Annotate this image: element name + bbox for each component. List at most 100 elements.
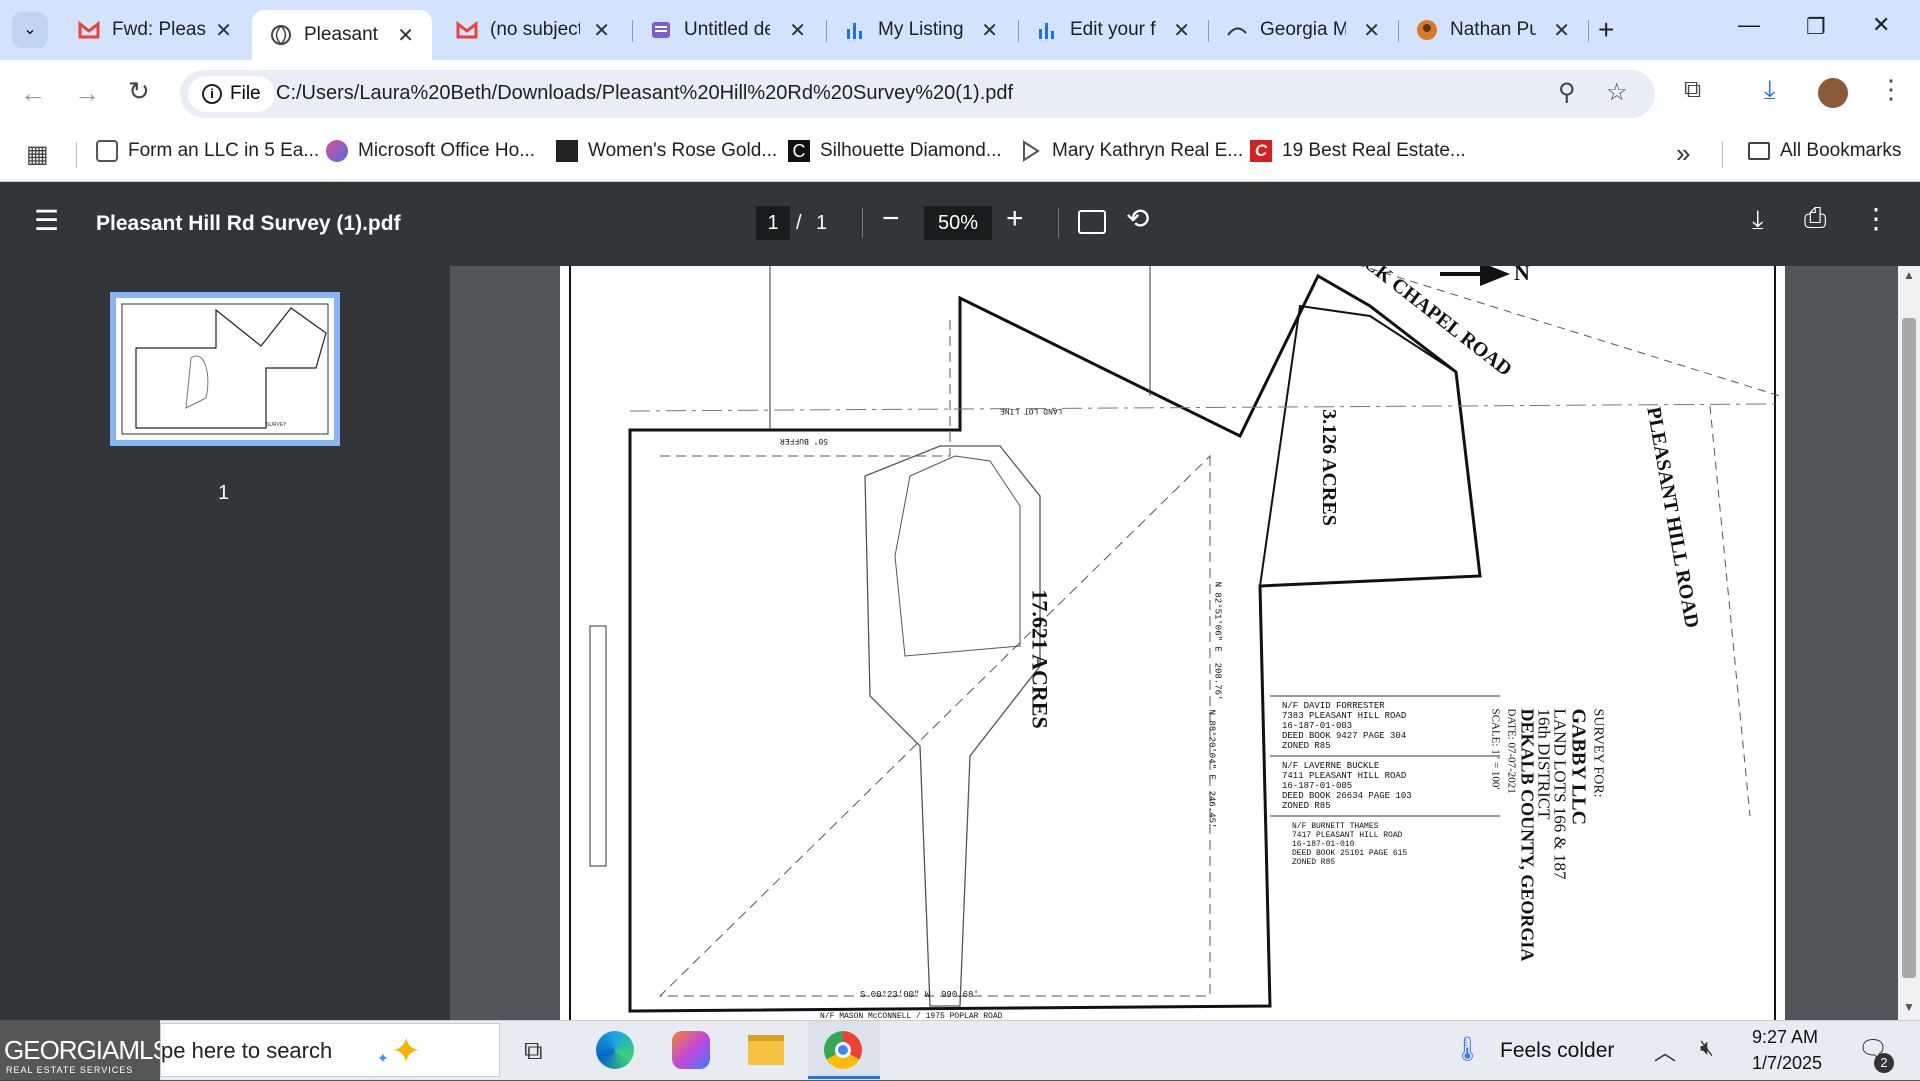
copilot-icon[interactable] bbox=[672, 1031, 710, 1069]
tab-5[interactable]: Edit your f ✕ bbox=[1018, 10, 1208, 50]
close-icon[interactable]: ✕ bbox=[1553, 18, 1570, 43]
arc-icon bbox=[1226, 19, 1248, 41]
tab-title: Edit your f bbox=[1070, 19, 1156, 40]
docs-icon bbox=[650, 19, 672, 41]
print-icon[interactable]: ⎙ bbox=[1804, 202, 1826, 235]
menu-dots-icon[interactable]: ⋮ bbox=[1878, 74, 1904, 105]
search-placeholder: pe here to search bbox=[161, 1038, 333, 1063]
tab-6[interactable]: Georgia M ✕ bbox=[1208, 10, 1398, 50]
bookmark-2[interactable]: Women's Rose Gold... bbox=[556, 140, 777, 162]
tab-3[interactable]: Untitled de ✕ bbox=[632, 10, 824, 50]
zoom-in-button[interactable]: + bbox=[1006, 202, 1024, 236]
task-view-icon[interactable]: ⧉ bbox=[524, 1035, 543, 1067]
star-icon[interactable]: ☆ bbox=[1606, 78, 1628, 107]
apps-grid-icon[interactable]: ▦ bbox=[26, 140, 49, 169]
pdf-filename: Pleasant Hill Rd Survey (1).pdf bbox=[96, 212, 401, 235]
close-icon[interactable]: ✕ bbox=[981, 18, 998, 43]
pdf-viewer[interactable]: N ROCK CHAPEL ROAD PLEASANT HILL ROAD 17… bbox=[450, 266, 1898, 1020]
tab-title: Untitled de bbox=[684, 19, 770, 40]
sparkle-icon: ✦ bbox=[391, 1030, 422, 1071]
close-icon[interactable]: ✕ bbox=[215, 18, 232, 43]
new-tab-button[interactable]: + bbox=[1598, 14, 1614, 46]
tab-search-button[interactable]: ⌄ bbox=[12, 12, 48, 48]
clock-time[interactable]: 9:27 AM bbox=[1752, 1027, 1818, 1048]
title-line: GABBY LLC bbox=[1567, 708, 1590, 826]
hamburger-menu-icon[interactable]: ☰ bbox=[34, 204, 59, 237]
page-number-input[interactable]: 1 bbox=[756, 206, 790, 240]
profile-avatar[interactable] bbox=[1818, 78, 1848, 108]
close-icon[interactable]: ✕ bbox=[1363, 18, 1380, 43]
page-thumbnail[interactable]: SURVEY bbox=[110, 292, 340, 446]
title-line: DEKALB COUNTY, GEORGIA bbox=[1517, 708, 1538, 962]
svg-text:N: N bbox=[1514, 266, 1530, 285]
zoom-out-button[interactable]: − bbox=[882, 202, 900, 236]
bookmark-4[interactable]: Mary Kathryn Real E... bbox=[1020, 140, 1243, 162]
downloads-icon[interactable]: ⤓ bbox=[1764, 74, 1776, 106]
all-bookmarks-button[interactable]: All Bookmarks bbox=[1748, 140, 1901, 162]
back-icon[interactable]: ← bbox=[20, 78, 46, 109]
bottom-call: S 00°23'00" W 990.68' bbox=[860, 990, 979, 1000]
tab-7[interactable]: Nathan Pu ✕ bbox=[1398, 10, 1588, 50]
title-line: SCALE: 1" = 100' bbox=[1489, 708, 1502, 790]
acres-small-label: 3.126 ACRES bbox=[1317, 409, 1340, 526]
tab-4[interactable]: My Listing ✕ bbox=[826, 10, 1016, 50]
speaker-muted-icon[interactable]: 🔇︎ bbox=[1700, 1035, 1714, 1061]
scroll-thumb[interactable] bbox=[1902, 318, 1916, 978]
gmail-icon bbox=[78, 19, 100, 41]
rotate-icon[interactable]: ⟲ bbox=[1126, 202, 1149, 235]
office-icon bbox=[326, 140, 348, 162]
close-icon[interactable]: ✕ bbox=[593, 18, 610, 43]
title-line: LAND LOTS 166 & 187 bbox=[1550, 708, 1570, 880]
forward-icon[interactable]: → bbox=[74, 78, 100, 109]
chevron-down-icon: ⌄ bbox=[23, 21, 37, 38]
minimize-button[interactable]: — bbox=[1738, 12, 1760, 38]
bookmark-3[interactable]: C Silhouette Diamond... bbox=[788, 140, 1002, 162]
owner-note: N/F DAVID FORRESTER 7383 PLEASANT HILL R… bbox=[1282, 701, 1407, 751]
scheme-label: File bbox=[230, 83, 261, 104]
title-block: SURVEY FOR: GABBY LLC LAND LOTS 166 & 18… bbox=[1487, 709, 1605, 962]
restore-button[interactable]: ❐ bbox=[1806, 14, 1826, 40]
close-icon[interactable]: ✕ bbox=[789, 18, 806, 43]
extensions-icon[interactable]: ⧉ bbox=[1684, 76, 1701, 104]
bookmark-label: Silhouette Diamond... bbox=[820, 140, 1002, 161]
close-window-button[interactable]: ✕ bbox=[1872, 12, 1890, 38]
file-explorer-icon[interactable] bbox=[748, 1035, 784, 1065]
vertical-scrollbar[interactable]: ▲ ▼ bbox=[1898, 266, 1920, 1020]
clock-date[interactable]: 1/7/2025 bbox=[1752, 1053, 1822, 1074]
reload-icon[interactable]: ↻ bbox=[128, 76, 150, 107]
chevron-up-icon[interactable]: ︿ bbox=[1654, 1035, 1676, 1067]
sparkle-small-icon: ✦ bbox=[377, 1050, 389, 1066]
info-icon: i bbox=[202, 84, 222, 104]
zoom-icon[interactable]: ⚲ bbox=[1558, 78, 1576, 107]
close-icon[interactable]: ✕ bbox=[397, 23, 414, 48]
chrome-taskbar-item[interactable] bbox=[808, 1021, 880, 1079]
scroll-up-icon[interactable]: ▲ bbox=[1903, 268, 1915, 282]
thumbnail-sidebar: SURVEY 1 bbox=[0, 266, 450, 1020]
bookmark-0[interactable]: Form an LLC in 5 Ea... bbox=[96, 140, 319, 162]
folder-icon bbox=[1748, 142, 1770, 160]
fit-page-icon[interactable] bbox=[1078, 210, 1106, 234]
bookmarks-overflow-button[interactable]: » bbox=[1676, 138, 1690, 169]
address-bar[interactable]: i File C:/Users/Laura%20Beth/Downloads/P… bbox=[180, 70, 1655, 118]
bookmark-5[interactable]: C 19 Best Real Estate... bbox=[1250, 140, 1466, 162]
watermark-sub: REAL ESTATE SERVICES bbox=[6, 1065, 134, 1075]
taskbar-search-box[interactable]: pe here to search ✦ ✦ bbox=[160, 1023, 500, 1077]
title-line: 16th DISTRICT bbox=[1534, 708, 1554, 820]
right-call: N 82°51'06" E 208.76' bbox=[1212, 581, 1223, 701]
close-icon[interactable]: ✕ bbox=[1173, 18, 1190, 43]
download-icon[interactable]: ⤓ bbox=[1752, 204, 1764, 236]
pdf-page: N ROCK CHAPEL ROAD PLEASANT HILL ROAD 17… bbox=[560, 266, 1785, 1020]
bookmark-1[interactable]: Microsoft Office Ho... bbox=[326, 140, 535, 162]
bookmark-label: Microsoft Office Ho... bbox=[358, 140, 536, 161]
scroll-down-icon[interactable]: ▼ bbox=[1903, 1000, 1915, 1014]
tab-1[interactable]: Pleasant H ✕ bbox=[252, 10, 432, 60]
edge-icon[interactable] bbox=[596, 1031, 634, 1069]
weather-text[interactable]: Feels colder bbox=[1500, 1039, 1614, 1063]
weather-icon[interactable]: 🌡 bbox=[1452, 1035, 1482, 1064]
page-separator: / bbox=[796, 212, 802, 234]
more-options-icon[interactable]: ⋮ bbox=[1862, 202, 1890, 235]
tab-2[interactable]: (no subject ✕ bbox=[438, 10, 628, 50]
zoom-level-input[interactable]: 50% bbox=[924, 206, 992, 240]
site-info-chip[interactable]: i File bbox=[188, 76, 275, 112]
tab-0[interactable]: Fwd: Pleas ✕ bbox=[60, 10, 250, 50]
